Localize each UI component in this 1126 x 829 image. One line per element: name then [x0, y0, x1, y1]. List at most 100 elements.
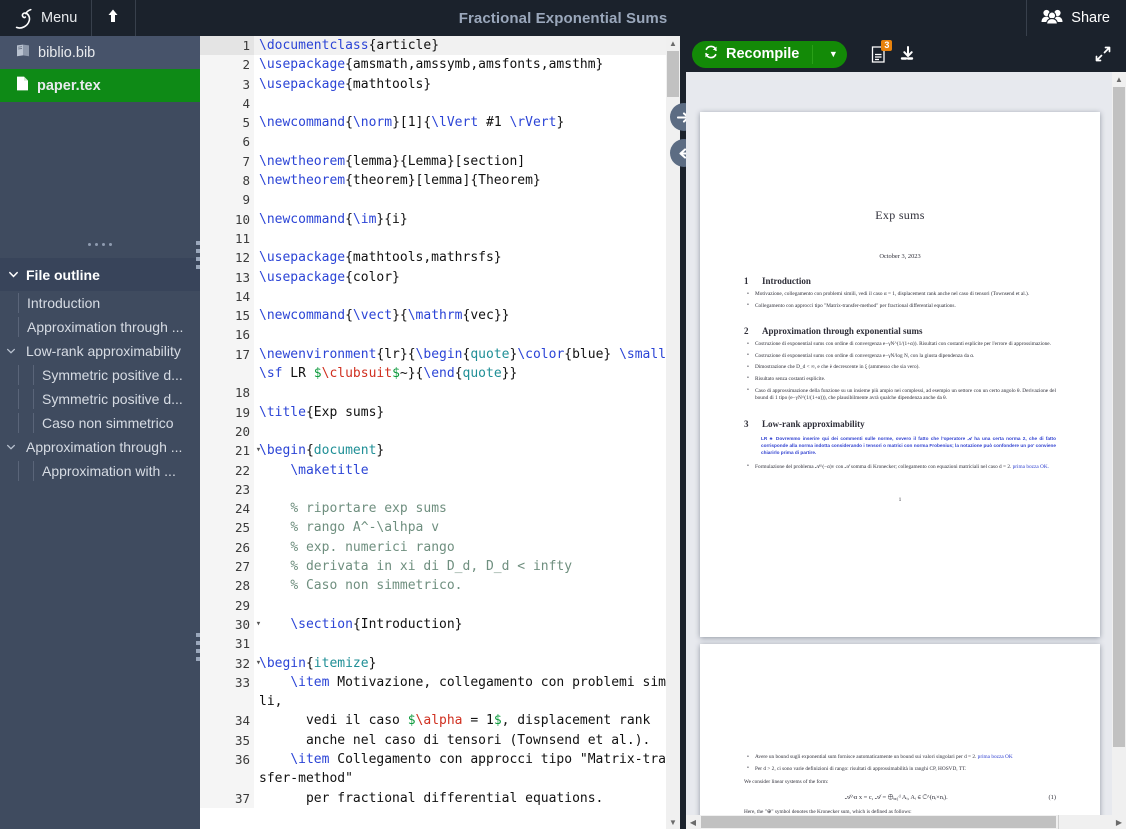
code-text[interactable]: \item Collegamento con approcci tipo "Ma… — [254, 750, 680, 789]
share-button[interactable]: Share — [1026, 0, 1126, 36]
code-text[interactable]: per fractional differential equations. — [254, 789, 680, 808]
code-text[interactable] — [254, 634, 680, 653]
code-line[interactable]: 22 \maketitle — [200, 460, 680, 480]
code-text[interactable]: \begin{itemize} — [254, 654, 680, 673]
code-line[interactable]: 17 \newenvironment{lr}{\begin{quote}\colo… — [200, 344, 680, 384]
code-line[interactable]: 35 anche nel caso di tensori (Townsend e… — [200, 730, 680, 750]
scrollbar-thumb[interactable] — [701, 816, 1056, 828]
menu-button[interactable]: Menu — [0, 0, 93, 36]
code-text[interactable]: \documentclass{article} — [254, 36, 680, 56]
outline-item[interactable]: Introduction — [0, 291, 200, 315]
code-text[interactable]: \usepackage{color} — [254, 268, 680, 287]
code-text[interactable] — [254, 94, 680, 113]
code-text[interactable]: \newcommand{\norm}[1]{\lVert #1 \rVert} — [254, 113, 680, 132]
expand-pdf-button[interactable] — [1088, 36, 1118, 72]
code-text[interactable]: \newtheorem{theorem}[lemma]{Theorem} — [254, 171, 680, 190]
code-line[interactable]: 26 % exp. numerici rango — [200, 537, 680, 558]
code-editor-lines[interactable]: 1 \documentclass{article} 2 \usepackage{ams… — [200, 36, 680, 829]
fold-toggle-icon[interactable]: ▾ — [254, 441, 263, 460]
fold-toggle-icon[interactable]: ▾ — [254, 654, 263, 673]
download-pdf-button[interactable] — [893, 36, 923, 72]
code-text[interactable]: anche nel caso di tensori (Townsend et a… — [254, 731, 680, 750]
code-text[interactable]: % Caso non simmetrico. — [254, 576, 680, 595]
outline-item[interactable]: Approximation with ... — [0, 459, 200, 483]
code-line[interactable]: 13 \usepackage{color} — [200, 267, 680, 287]
code-line[interactable]: 4 — [200, 93, 680, 114]
code-line[interactable]: 6 — [200, 132, 680, 152]
scroll-down-icon[interactable]: ▼ — [666, 815, 680, 829]
code-editor[interactable]: 1 \documentclass{article} 2 \usepackage{ams… — [200, 36, 680, 829]
outline-item[interactable]: Low-rank approximability — [0, 339, 200, 363]
code-line[interactable]: 9 — [200, 190, 680, 210]
code-line[interactable]: 10 \newcommand{\im}{i} — [200, 209, 680, 229]
code-text[interactable]: \newcommand{\vect}{\mathrm{vec}} — [254, 306, 680, 325]
code-text[interactable] — [254, 325, 680, 344]
outline-item[interactable]: Approximation through ... — [0, 315, 200, 339]
code-text[interactable]: \usepackage{mathtools} — [254, 75, 680, 94]
code-text[interactable] — [254, 190, 680, 209]
code-text[interactable]: \maketitle — [254, 461, 680, 480]
code-line[interactable]: 30 ▾ \section{Introduction} — [200, 614, 680, 635]
outline-item[interactable]: Symmetric positive d... — [0, 387, 200, 411]
file-outline-header[interactable]: File outline — [0, 258, 200, 291]
logs-button[interactable]: 3 — [863, 36, 893, 72]
code-text[interactable] — [254, 422, 680, 441]
code-text[interactable]: \title{Exp sums} — [254, 403, 680, 422]
code-line[interactable]: 28 % Caso non simmetrico. — [200, 576, 680, 596]
code-text[interactable] — [254, 480, 680, 499]
code-line[interactable]: 27 % derivata in xi di D_d, D_d < infty — [200, 557, 680, 577]
code-text[interactable]: vedi il caso $\alpha = 1$, displacement … — [254, 711, 680, 730]
code-line[interactable]: 16 — [200, 325, 680, 345]
upload-button[interactable] — [92, 0, 137, 36]
code-text[interactable]: \usepackage{amsmath,amssymb,amsfonts,ams… — [254, 55, 680, 74]
code-text[interactable]: % derivata in xi di D_d, D_d < infty — [254, 557, 680, 576]
file-item-paper[interactable]: paper.tex — [0, 69, 200, 102]
code-text[interactable] — [254, 383, 680, 402]
code-line[interactable]: 1 \documentclass{article} — [200, 36, 680, 56]
code-text[interactable]: \usepackage{mathtools,mathrsfs} — [254, 248, 680, 267]
code-line[interactable]: 20 — [200, 421, 680, 442]
code-line[interactable]: 23 — [200, 479, 680, 500]
file-item-biblio[interactable]: biblio.bib — [0, 36, 200, 69]
pdf-viewport[interactable]: Exp sums October 3, 2023 1 Introduction … — [686, 72, 1126, 829]
filetree-resize-handle[interactable] — [0, 230, 200, 258]
code-line[interactable]: 7 \newtheorem{lemma}{Lemma}[section] — [200, 151, 680, 172]
code-line[interactable]: 11 — [200, 228, 680, 249]
code-line[interactable]: 2 \usepackage{amsmath,amssymb,amsfonts,am… — [200, 55, 680, 75]
code-line[interactable]: 31 — [200, 634, 680, 654]
code-line[interactable]: 19 \title{Exp sums} — [200, 402, 680, 422]
code-text[interactable] — [254, 596, 680, 615]
pdf-scrollbar-horizontal[interactable]: ◀ ▶ — [686, 815, 1126, 829]
code-text[interactable]: \item Motivazione, collegamento con prob… — [254, 673, 680, 712]
code-text[interactable]: % exp. numerici rango — [254, 538, 680, 557]
outline-item[interactable]: Caso non simmetrico — [0, 411, 200, 435]
code-line[interactable]: 34 vedi il caso $\alpha = 1$, displaceme… — [200, 711, 680, 731]
code-text[interactable]: \newenvironment{lr}{\begin{quote}\color{… — [254, 345, 680, 384]
pdf-scrollbar-vertical[interactable]: ▲ ▼ — [1112, 72, 1126, 829]
code-text[interactable]: \newtheorem{lemma}{Lemma}[section] — [254, 152, 680, 171]
outline-item[interactable]: Symmetric positive d... — [0, 363, 200, 387]
code-line[interactable]: 3 \usepackage{mathtools} — [200, 74, 680, 94]
code-line[interactable]: 24 % riportare exp sums — [200, 499, 680, 519]
chevron-down-icon[interactable]: ▼ — [823, 49, 843, 59]
code-line[interactable]: 14 — [200, 286, 680, 307]
code-text[interactable]: \newcommand{\im}{i} — [254, 210, 680, 229]
code-line[interactable]: 36 \item Collegamento con approcci tipo … — [200, 749, 680, 789]
recompile-button[interactable]: Recompile ▼ — [692, 40, 848, 68]
scrollbar-thumb[interactable] — [667, 51, 679, 97]
code-text[interactable] — [254, 287, 680, 306]
code-text[interactable]: % riportare exp sums — [254, 499, 680, 518]
code-line[interactable]: 8 \newtheorem{theorem}[lemma]{Theorem} — [200, 171, 680, 191]
scroll-up-icon[interactable]: ▲ — [1112, 72, 1126, 86]
code-line[interactable]: 5 \newcommand{\norm}[1]{\lVert #1 \rVert} — [200, 113, 680, 133]
chevron-down-icon[interactable] — [4, 442, 18, 452]
fold-toggle-icon[interactable]: ▾ — [254, 615, 263, 634]
code-line[interactable]: 33 \item Motivazione, collegamento con p… — [200, 672, 680, 712]
code-line[interactable]: 29 — [200, 595, 680, 615]
code-line[interactable]: 21 ▾ \begin{document} — [200, 441, 680, 461]
code-line[interactable]: 32 ▾ \begin{itemize} — [200, 653, 680, 673]
scrollbar-thumb[interactable] — [1113, 87, 1125, 747]
code-line[interactable]: 15 \newcommand{\vect}{\mathrm{vec}} — [200, 306, 680, 326]
code-text[interactable] — [254, 132, 680, 151]
code-text[interactable]: \section{Introduction} — [254, 615, 680, 634]
